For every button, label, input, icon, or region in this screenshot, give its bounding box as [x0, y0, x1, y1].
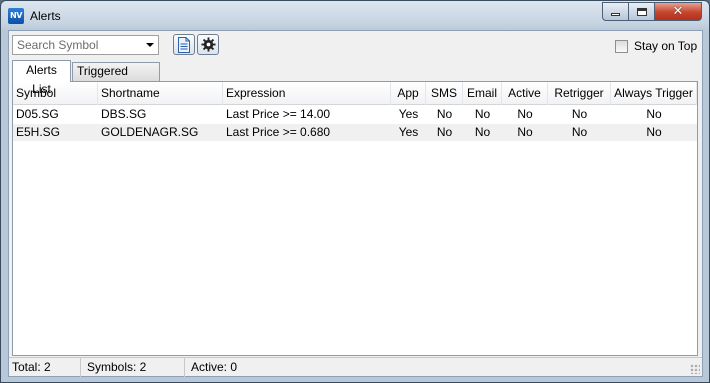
status-total: Total: 2: [9, 358, 81, 377]
document-icon: [178, 36, 190, 53]
search-symbol-combobox[interactable]: Search Symbol: [12, 35, 159, 55]
new-alert-button[interactable]: [173, 34, 195, 55]
close-button[interactable]: ✕: [654, 2, 702, 21]
resize-grip-icon[interactable]: [690, 364, 700, 374]
alerts-window: NV Alerts ✕ Search Symbol Stay on Top Tr…: [0, 0, 710, 383]
column-header-always-trigger[interactable]: Always Trigger: [611, 82, 697, 105]
column-header-app[interactable]: App: [391, 82, 426, 105]
window-title: Alerts: [30, 9, 61, 23]
table-header: Symbol Shortname Expression App SMS Emai…: [13, 82, 697, 105]
column-header-active[interactable]: Active: [502, 82, 548, 105]
chevron-down-icon[interactable]: [146, 43, 154, 47]
table-row[interactable]: E5H.SG GOLDENAGR.SG Last Price >= 0.680 …: [13, 124, 697, 141]
settings-button[interactable]: [197, 34, 219, 55]
close-icon: ✕: [672, 4, 684, 19]
table-row[interactable]: D05.SG DBS.SG Last Price >= 14.00 Yes No…: [13, 106, 697, 123]
column-header-expression[interactable]: Expression: [223, 82, 391, 105]
stay-on-top-label: Stay on Top: [634, 39, 698, 53]
cell-always-trigger: No: [646, 125, 662, 139]
tab-alerts-list[interactable]: Alerts List: [12, 60, 71, 96]
column-header-sms[interactable]: SMS: [426, 82, 463, 105]
status-symbols: Symbols: 2: [81, 358, 185, 377]
status-active: Active: 0: [191, 360, 238, 374]
alerts-table: Symbol Shortname Expression App SMS Emai…: [12, 81, 698, 356]
cell-active: No: [517, 107, 533, 121]
stay-on-top-option[interactable]: Stay on Top: [615, 39, 697, 53]
maximize-icon: [636, 7, 647, 16]
status-bar: Total: 2 Symbols: 2 Active: 0: [9, 357, 702, 377]
cell-email: No: [474, 125, 491, 139]
column-header-email[interactable]: Email: [463, 82, 502, 105]
cell-symbol: E5H.SG: [16, 125, 61, 139]
cell-retrigger: No: [571, 107, 588, 121]
client-area: Search Symbol Stay on Top Triggered Aler…: [8, 30, 703, 377]
cell-expression: Last Price >= 0.680: [226, 125, 331, 139]
minimize-button[interactable]: [602, 2, 629, 21]
column-header-symbol[interactable]: Symbol: [13, 82, 98, 105]
cell-active: No: [517, 125, 533, 139]
cell-symbol: D05.SG: [16, 107, 59, 121]
cell-sms: No: [436, 107, 453, 121]
cell-app: Yes: [398, 125, 419, 139]
column-header-retrigger[interactable]: Retrigger: [548, 82, 611, 105]
cell-shortname: DBS.SG: [101, 107, 147, 121]
cell-app: Yes: [398, 107, 419, 121]
tab-triggered-alerts[interactable]: Triggered Alerts: [72, 62, 160, 95]
cell-always-trigger: No: [646, 107, 662, 121]
minimize-icon: [611, 13, 620, 16]
app-logo-icon: NV: [8, 8, 24, 24]
cell-retrigger: No: [571, 125, 588, 139]
column-header-shortname[interactable]: Shortname: [98, 82, 223, 105]
maximize-button[interactable]: [628, 2, 655, 21]
title-bar[interactable]: NV Alerts ✕: [1, 1, 709, 30]
gear-icon: [200, 37, 216, 52]
cell-shortname: GOLDENAGR.SG: [101, 125, 199, 139]
search-placeholder: Search Symbol: [17, 38, 99, 52]
cell-email: No: [474, 107, 491, 121]
cell-expression: Last Price >= 14.00: [226, 107, 331, 121]
stay-on-top-checkbox[interactable]: [615, 39, 628, 53]
cell-sms: No: [436, 125, 453, 139]
